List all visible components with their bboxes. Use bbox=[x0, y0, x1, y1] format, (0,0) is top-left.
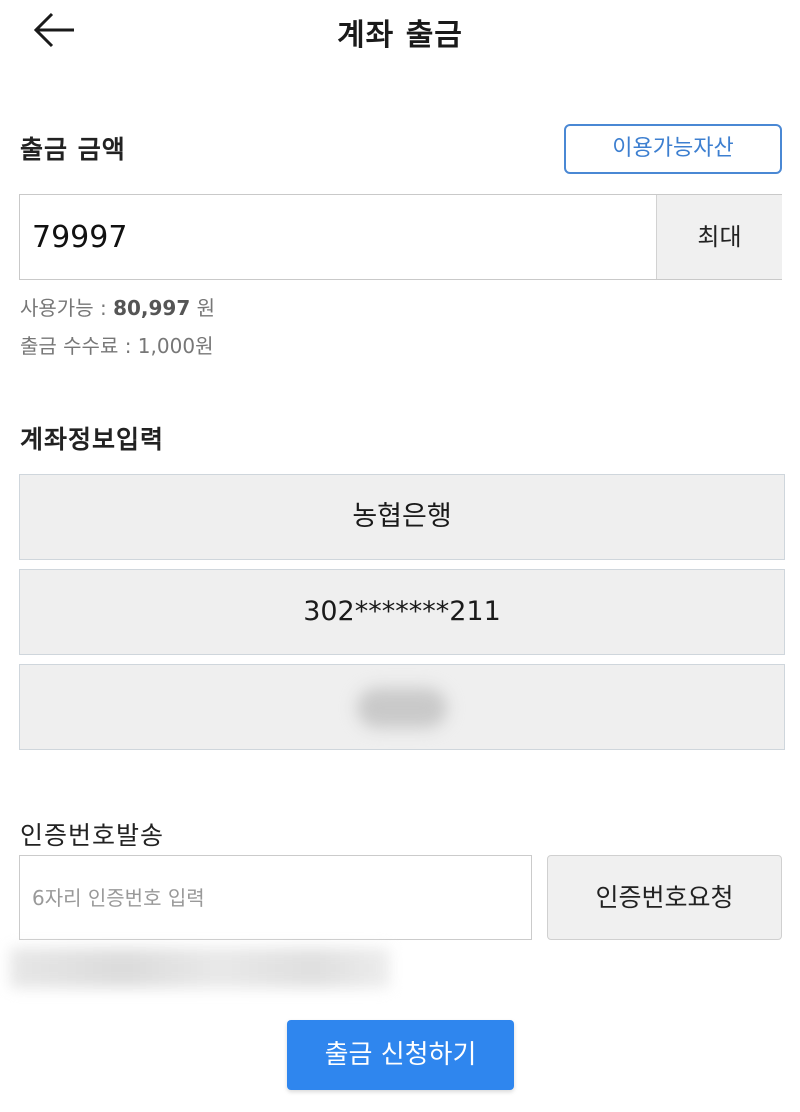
submit-withdrawal-button[interactable]: 출금 신청하기 bbox=[287, 1020, 514, 1090]
available-prefix: 사용가능 : bbox=[20, 296, 114, 320]
available-suffix: 원 bbox=[190, 296, 216, 320]
amount-label: 출금 금액 bbox=[20, 135, 126, 164]
max-button[interactable]: 최대 bbox=[656, 195, 782, 279]
withdrawal-fee: 출금 수수료 : 1,000원 bbox=[20, 334, 214, 358]
account-info-label: 계좌정보입력 bbox=[20, 425, 165, 454]
header: 계좌 출금 bbox=[0, 0, 800, 60]
request-code-button[interactable]: 인증번호요청 bbox=[547, 855, 782, 940]
bank-name-field[interactable]: 농협은행 bbox=[19, 474, 785, 560]
verification-code-input[interactable] bbox=[19, 855, 532, 940]
account-holder-field[interactable] bbox=[19, 664, 785, 750]
redacted-notice bbox=[10, 948, 390, 988]
withdrawal-page: 계좌 출금 출금 금액 이용가능자산 최대 사용가능 : 80,997 원 출금… bbox=[0, 0, 800, 1112]
page-title: 계좌 출금 bbox=[337, 18, 463, 53]
amount-input[interactable] bbox=[20, 195, 656, 279]
available-amount: 80,997 bbox=[113, 296, 191, 320]
amount-field-group: 최대 bbox=[19, 194, 782, 280]
verification-label: 인증번호발송 bbox=[20, 821, 165, 850]
redacted-holder-name bbox=[357, 687, 447, 728]
account-number-field[interactable]: 302*******211 bbox=[19, 569, 785, 655]
available-balance: 사용가능 : 80,997 원 bbox=[20, 292, 215, 321]
available-assets-button[interactable]: 이용가능자산 bbox=[564, 124, 782, 174]
